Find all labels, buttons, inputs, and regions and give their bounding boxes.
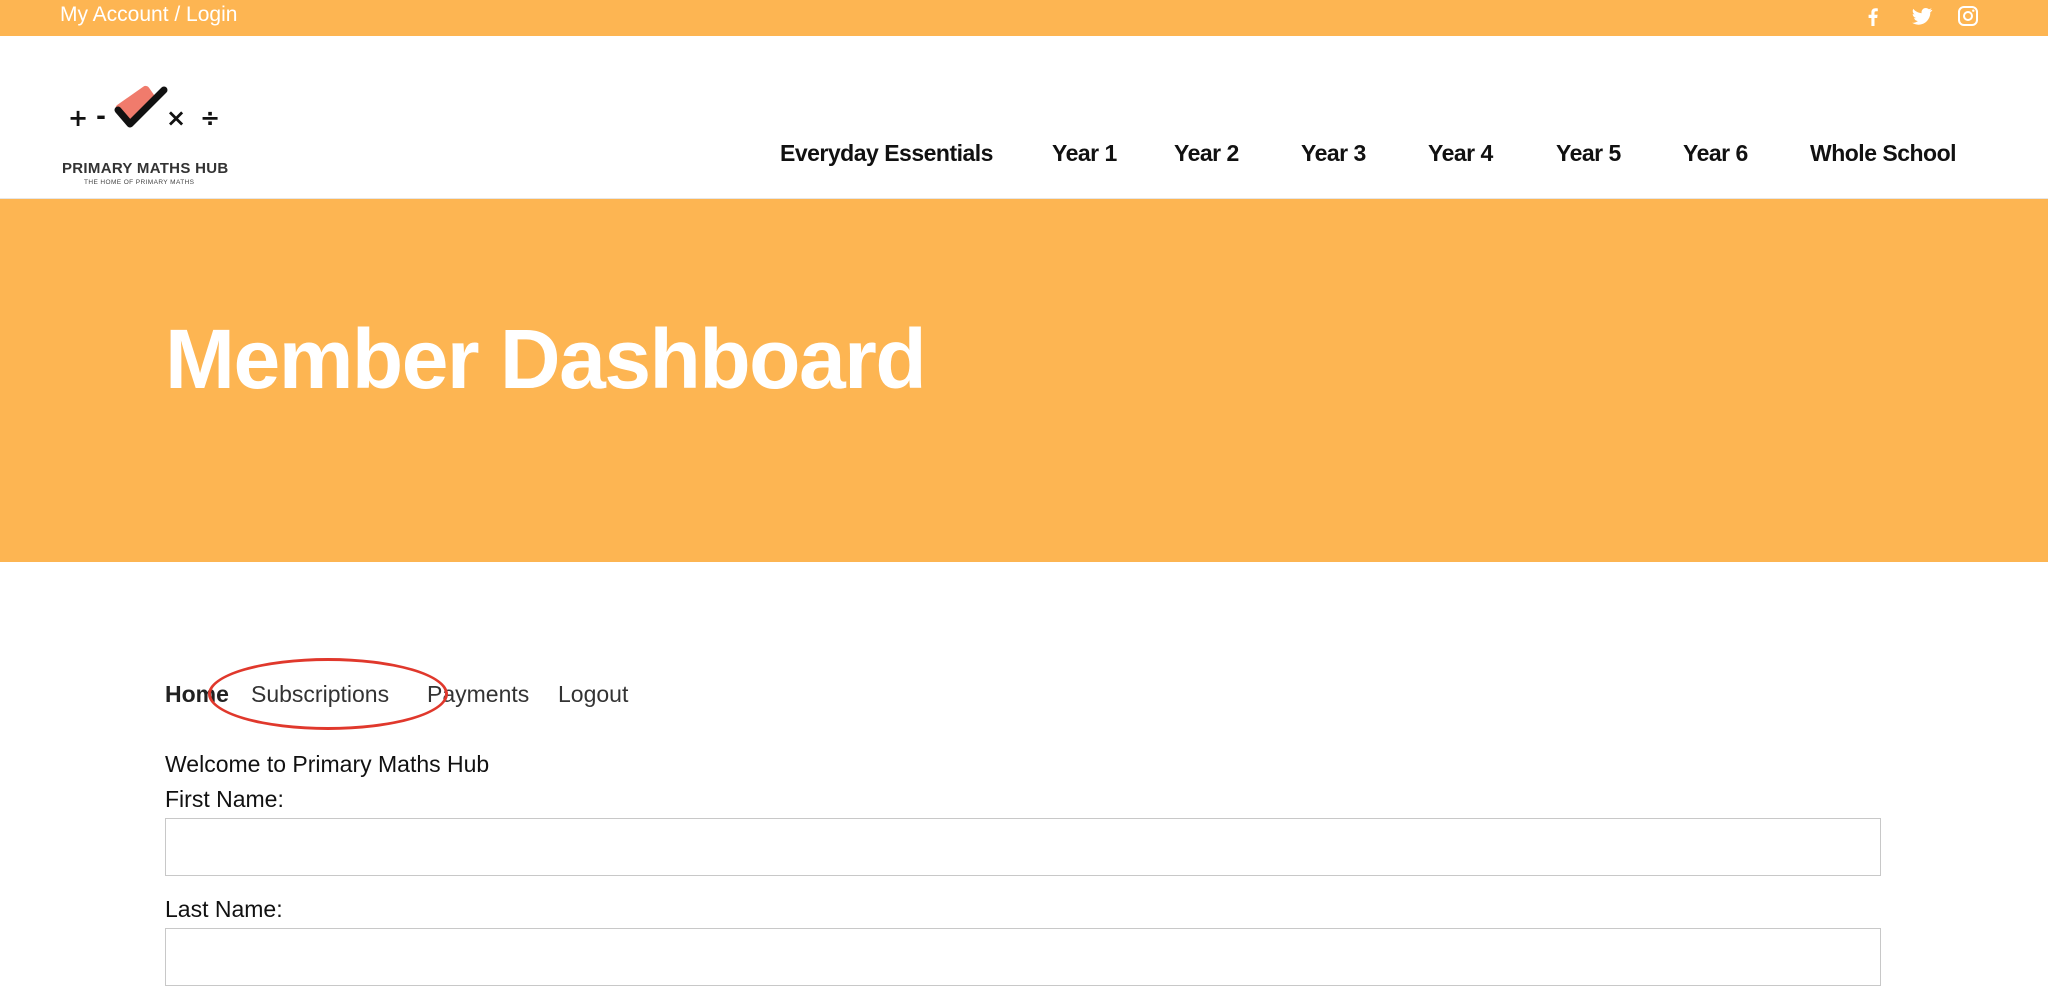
tab-home[interactable]: Home: [165, 681, 229, 708]
last-name-label: Last Name:: [165, 896, 283, 922]
nav-year-3[interactable]: Year 3: [1301, 140, 1366, 167]
logo-divide: ÷: [200, 104, 220, 132]
tab-logout[interactable]: Logout: [558, 681, 628, 708]
logo-graphic: + - × ÷: [68, 85, 220, 132]
tab-subscriptions[interactable]: Subscriptions: [251, 681, 389, 708]
nav-year-5[interactable]: Year 5: [1556, 140, 1621, 167]
last-name-field[interactable]: [165, 928, 1881, 986]
welcome-message: Welcome to Primary Maths Hub: [165, 751, 490, 777]
account-login-link[interactable]: My Account / Login: [60, 3, 237, 27]
first-name-field[interactable]: [165, 818, 1881, 876]
nav-year-2[interactable]: Year 2: [1174, 140, 1239, 167]
twitter-icon[interactable]: [1910, 4, 1934, 28]
page-title: Member Dashboard: [165, 312, 927, 406]
logo-tagline: THE HOME OF PRIMARY MATHS: [84, 179, 195, 186]
nav-year-6[interactable]: Year 6: [1683, 140, 1748, 167]
logo-brand-text: PRIMARY MATHS HUB: [62, 160, 229, 177]
nav-year-4[interactable]: Year 4: [1428, 140, 1493, 167]
nav-everyday-essentials[interactable]: Everyday Essentials: [780, 140, 993, 167]
logo-minus: -: [96, 102, 106, 130]
instagram-icon[interactable]: [1956, 4, 1980, 28]
top-bar: My Account / Login: [0, 0, 2048, 36]
hero-banner: Member Dashboard: [0, 199, 2048, 562]
facebook-icon[interactable]: [1861, 4, 1885, 28]
tab-payments[interactable]: Payments: [427, 681, 529, 708]
site-header: + - × ÷ PRIMARY MATHS HUB THE HOME OF PR…: [0, 36, 2048, 199]
logo-plus: +: [68, 104, 88, 132]
nav-year-1[interactable]: Year 1: [1052, 140, 1117, 167]
logo-times: ×: [166, 104, 186, 132]
first-name-label: First Name:: [165, 786, 284, 812]
logo-check-pencil-icon: [114, 85, 168, 128]
site-logo[interactable]: + - × ÷ PRIMARY MATHS HUB THE HOME OF PR…: [60, 76, 230, 186]
nav-whole-school[interactable]: Whole School: [1810, 140, 1957, 167]
